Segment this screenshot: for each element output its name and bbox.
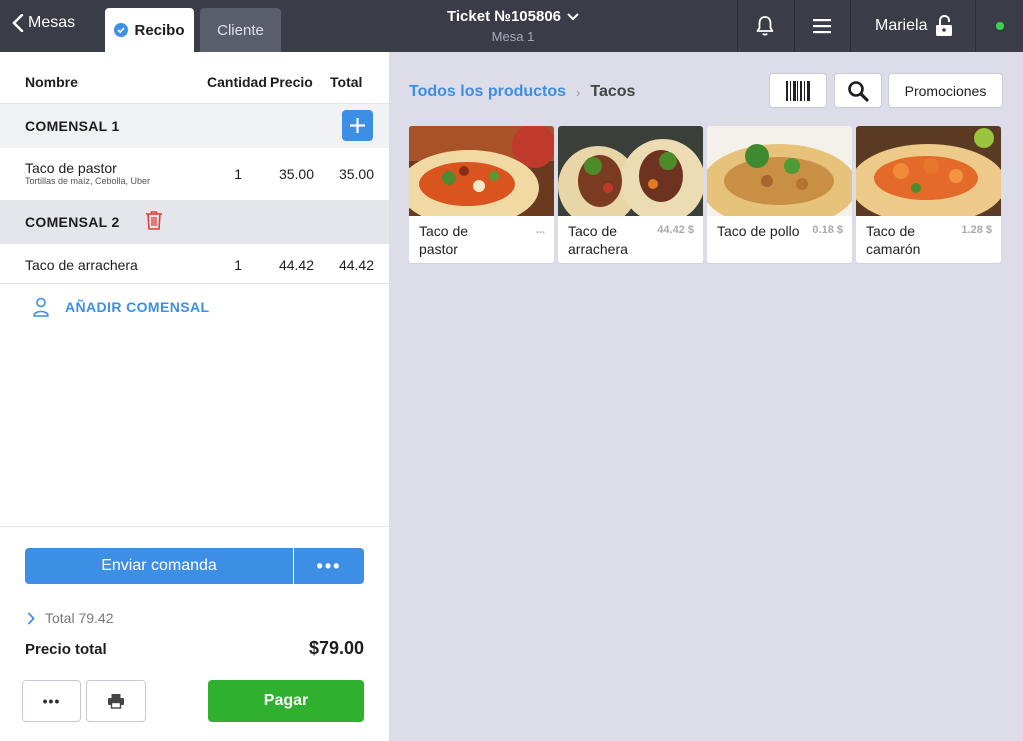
ticket-selector[interactable]: Ticket №105806 Mesa 1 [430,8,596,44]
receipt-item[interactable]: Taco de arrachera 1 44.42 44.42 [0,244,389,284]
product-card[interactable]: Taco de pollo 0.18 $ [707,126,852,263]
product-price: 44.42 $ [657,224,694,236]
item-qty: 1 [234,166,242,182]
plus-icon [350,118,365,133]
item-modifiers: Tortillas de maíz, Cebolla, Uber [25,176,151,186]
pay-button[interactable]: Pagar [208,680,364,722]
product-card[interactable]: Taco de arrachera 44.42 $ [558,126,703,263]
more-options-button[interactable]: ••• [22,680,81,722]
product-name: Taco de camarón [866,223,921,257]
search-icon [848,80,869,102]
back-button[interactable]: Mesas [12,14,75,32]
breadcrumb: Todos los productos › Tacos [409,83,635,101]
receipt-header: Nombre Cantidad Precio Total [0,74,389,104]
divider [0,283,389,284]
person-icon [33,297,49,317]
print-button[interactable] [86,680,146,722]
total-summary: Total 79.42 [45,610,114,626]
divider [737,0,738,52]
unlock-icon [936,15,953,36]
column-nombre: Nombre [25,74,78,90]
breadcrumb-separator: › [576,84,581,100]
divider [0,526,389,527]
bell-icon[interactable] [753,14,777,38]
product-image [409,126,554,216]
printer-icon [108,694,124,709]
back-label: Mesas [28,14,76,31]
total-price-label: Precio total [25,641,107,658]
column-total: Total [330,74,363,90]
trash-icon[interactable] [145,210,163,230]
tab-recibo-label: Recibo [134,21,185,39]
item-price: 44.42 [278,257,314,273]
menu-icon[interactable] [812,17,832,35]
product-image [707,126,852,216]
check-circle-icon [114,23,129,37]
chevron-left-icon [12,14,24,32]
product-card[interactable]: Taco de camarón 1.28 $ [856,126,1001,263]
divider [975,0,976,52]
search-button[interactable] [834,73,882,108]
divider [850,0,851,52]
comensal-header: COMENSAL 1 [0,104,389,148]
product-name: Taco de pastor [419,223,469,257]
send-order-button[interactable]: Enviar comanda [25,548,293,584]
comensal-label: COMENSAL 1 [25,118,120,134]
receipt-item[interactable]: Taco de pastor Tortillas de maíz, Ceboll… [0,148,389,200]
tab-cliente[interactable]: Cliente [200,8,281,52]
promotions-label: Promociones [904,82,987,99]
item-name: Taco de pastor [25,160,117,176]
column-precio: Precio [270,74,313,90]
ticket-title: Ticket №105806 [446,8,562,25]
barcode-button[interactable] [769,73,827,108]
product-name: Taco de arrachera [568,223,628,257]
add-comensal-label: AÑADIR COMENSAL [65,299,210,315]
tab-cliente-label: Cliente [217,21,264,39]
promotions-button[interactable]: Promociones [888,73,1003,108]
barcode-icon [786,80,810,101]
send-options-button[interactable]: ••• [294,548,364,584]
tab-recibo[interactable]: Recibo [105,8,194,52]
product-image [558,126,703,216]
top-bar: Mesas Recibo Cliente Ticket №105806 Mesa… [0,0,1023,52]
item-total: 35.00 [338,166,374,182]
more-icon: ••• [42,693,61,709]
product-price: ... [535,224,545,236]
breadcrumb-current: Tacos [590,83,636,100]
product-price: 1.28 $ [961,224,992,236]
user-name: Mariela [875,17,928,34]
product-image [856,126,1001,216]
chevron-right-icon [27,611,35,625]
item-total: 44.42 [338,257,374,273]
send-order-label: Enviar comanda [101,557,217,574]
column-cantidad: Cantidad [207,74,267,90]
pay-label: Pagar [263,692,309,709]
product-price: 0.18 $ [812,224,843,236]
add-item-button[interactable] [342,110,373,141]
comensal-header: COMENSAL 2 [0,200,389,244]
add-comensal-button[interactable]: AÑADIR COMENSAL [33,297,209,317]
breadcrumb-root[interactable]: Todos los productos [409,83,566,101]
comensal-label: COMENSAL 2 [25,214,120,230]
online-status-dot [996,22,1004,30]
divider [794,0,795,52]
user-menu[interactable]: Mariela [875,15,953,37]
product-card[interactable]: Taco de pastor ... [409,126,554,263]
ticket-subtitle: Mesa 1 [491,29,535,44]
item-qty: 1 [234,257,242,273]
item-price: 35.00 [278,166,314,182]
receipt-panel: Nombre Cantidad Precio Total COMENSAL 1 … [0,52,389,741]
item-name: Taco de arrachera [25,257,138,273]
product-name: Taco de pollo [717,223,800,239]
total-summary-toggle[interactable]: Total 79.42 [27,610,114,626]
total-price-value: $79.00 [308,638,364,658]
more-icon: ••• [316,555,342,576]
chevron-down-icon [567,12,579,20]
